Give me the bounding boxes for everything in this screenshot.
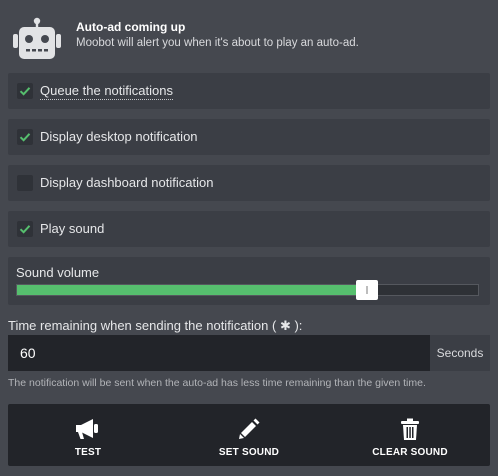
time-remaining-input[interactable] <box>8 335 430 371</box>
action-bar: TEST SET SOUND CLEAR SOUND <box>8 404 490 466</box>
option-label: Display desktop notification <box>40 129 198 144</box>
play-sound-checkbox[interactable] <box>17 221 33 237</box>
sound-volume-label: Sound volume <box>16 265 100 280</box>
trash-icon <box>401 418 419 440</box>
option-label: Play sound <box>40 221 105 236</box>
set-sound-button-label: SET SOUND <box>218 447 280 458</box>
option-dashboard-notification[interactable]: Display dashboard notification <box>8 165 490 201</box>
header-subtitle: Moobot will alert you when it's about to… <box>76 37 359 49</box>
check-icon <box>19 133 31 142</box>
time-remaining-label: Time remaining when sending the notifica… <box>8 318 303 333</box>
option-label: Queue the notifications <box>40 83 173 100</box>
header: Auto-ad coming up Moobot will alert you … <box>0 0 498 70</box>
robot-icon <box>13 17 61 59</box>
megaphone-icon <box>76 419 98 439</box>
queue-notifications-checkbox[interactable] <box>17 83 33 99</box>
time-remaining-note: The notification will be sent when the a… <box>8 377 426 389</box>
slider-fill <box>17 285 368 295</box>
slider-thumb[interactable] <box>356 280 379 300</box>
time-unit-addon: Seconds <box>430 335 490 371</box>
option-queue-notifications[interactable]: Queue the notifications <box>8 73 490 109</box>
test-button-label: TEST <box>74 447 102 458</box>
option-play-sound[interactable]: Play sound <box>8 211 490 247</box>
clear-sound-button-label: CLEAR SOUND <box>372 447 448 458</box>
option-label: Display dashboard notification <box>40 175 214 190</box>
test-button[interactable]: TEST <box>28 404 148 466</box>
check-icon <box>19 225 31 234</box>
clear-sound-button[interactable]: CLEAR SOUND <box>350 404 470 466</box>
check-icon <box>19 87 31 96</box>
set-sound-button[interactable]: SET SOUND <box>189 404 309 466</box>
sound-volume-panel: Sound volume <box>8 257 490 305</box>
option-desktop-notification[interactable]: Display desktop notification <box>8 119 490 155</box>
desktop-notification-checkbox[interactable] <box>17 129 33 145</box>
sound-volume-slider[interactable] <box>16 280 479 300</box>
pencil-icon <box>239 418 260 439</box>
header-title: Auto-ad coming up <box>76 20 186 34</box>
dashboard-notification-checkbox[interactable] <box>17 175 33 191</box>
